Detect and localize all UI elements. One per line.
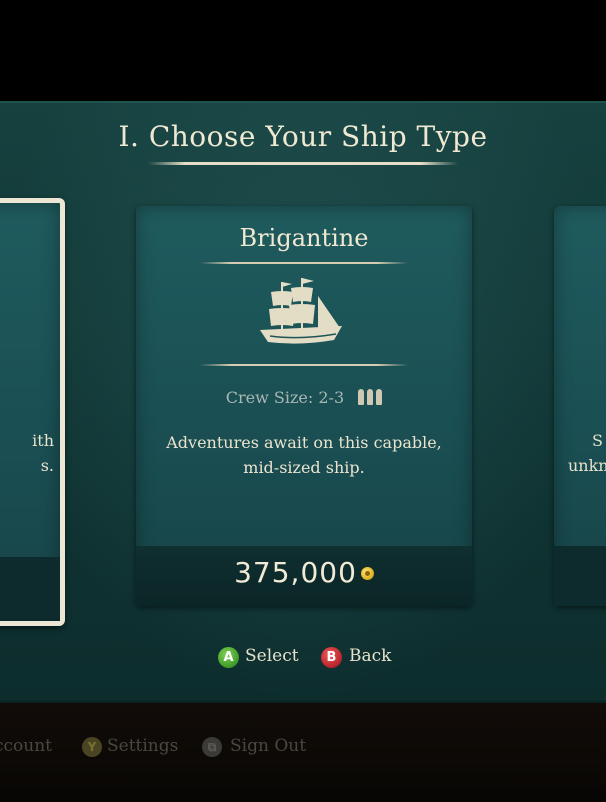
gold-coin-icon — [360, 567, 374, 580]
a-button-icon[interactable]: A — [218, 647, 239, 668]
crew-pip — [358, 389, 365, 405]
ship-card-next[interactable] — [554, 206, 606, 606]
ship-card-next-description: S unkn — [560, 428, 606, 478]
account-option[interactable]: ccount — [0, 736, 52, 756]
description-fragment: s. — [40, 456, 54, 475]
ship-name: Brigantine — [239, 224, 369, 252]
page-title: I. Choose Your Ship Type — [118, 120, 488, 153]
price-strip — [0, 557, 60, 621]
ship-description: Adventures await on this capable, mid-si… — [166, 433, 442, 477]
icon-divider — [200, 364, 408, 366]
y-button-icon[interactable]: Y — [82, 737, 102, 757]
ship-card-previous-description: ith s. — [0, 428, 54, 478]
price-strip — [554, 546, 606, 606]
button-prompts: A Select B Back — [0, 645, 606, 673]
crew-size-label: Crew Size: 2-3 — [225, 388, 345, 407]
description-fragment: unkn — [568, 456, 606, 475]
description-fragment: ith — [32, 431, 54, 450]
ship-card-previous[interactable] — [0, 198, 65, 626]
crew-pips-icon — [355, 388, 383, 407]
price-value: 375,000 — [234, 556, 357, 589]
b-button-icon[interactable]: B — [321, 647, 342, 668]
title-underline — [148, 162, 458, 165]
name-divider — [200, 262, 408, 264]
footer-menu: ccount Y Settings ⧉ Sign Out — [0, 736, 606, 764]
ship-price: 375,000 — [136, 556, 472, 589]
ship-icon — [260, 278, 342, 344]
back-prompt[interactable]: Back — [349, 646, 391, 666]
description-fragment: S — [592, 431, 603, 450]
settings-option[interactable]: Settings — [107, 736, 178, 756]
crew-pip — [376, 389, 383, 405]
crew-pip — [367, 389, 374, 405]
select-prompt[interactable]: Select — [245, 646, 299, 666]
sign-out-option[interactable]: Sign Out — [230, 736, 306, 756]
view-button-icon[interactable]: ⧉ — [202, 737, 222, 757]
crew-size: Crew Size: 2-3 — [136, 388, 472, 407]
